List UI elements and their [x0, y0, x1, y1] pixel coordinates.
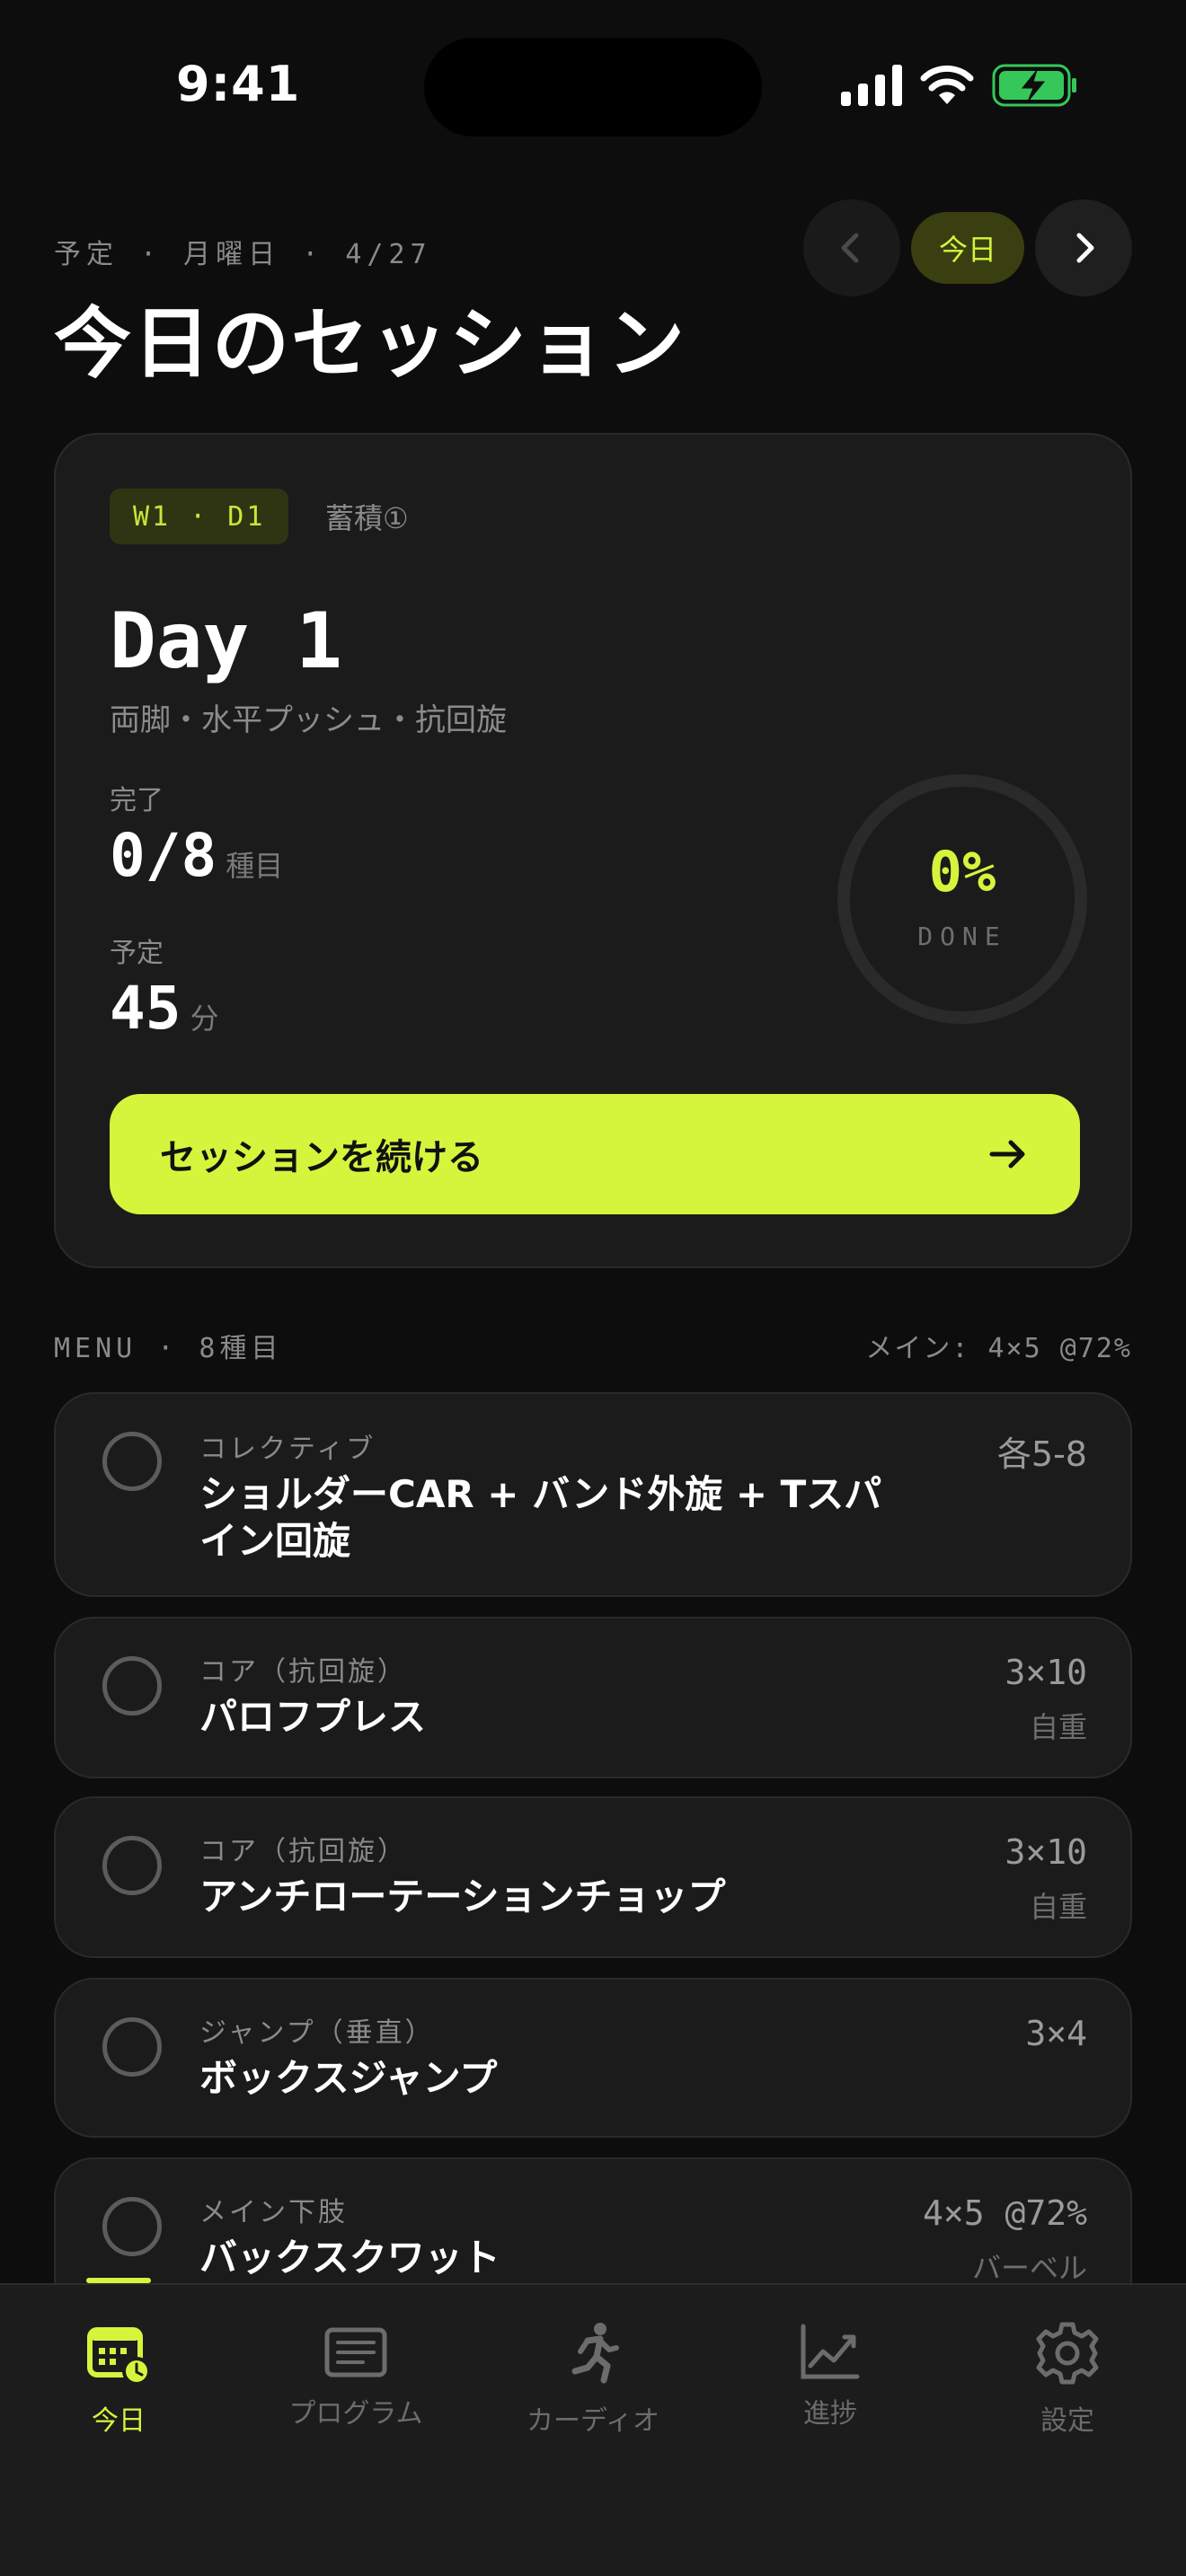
exercise-load: バーベル: [971, 2251, 1087, 2285]
completed-stat: 0/8 種目: [110, 821, 283, 890]
exercise-item[interactable]: コレクティブ ショルダーCAR + バンド外旋 + Tスパイン回旋 各5-8: [54, 1392, 1132, 1597]
chevron-left-icon: [841, 233, 859, 263]
exercise-category: ジャンプ（垂直）: [199, 2017, 435, 2049]
exercise-sets: 3×10: [1005, 1653, 1087, 1692]
exercise-category: コレクティブ: [199, 1434, 376, 1465]
tab-cardio[interactable]: カーディオ: [474, 2285, 712, 2465]
exercise-category: コア（抗回旋）: [199, 1836, 407, 1867]
tab-label: カーディオ: [527, 2405, 659, 2437]
tab-label: 設定: [1040, 2405, 1094, 2437]
exercise-sets: 各5-8: [996, 1434, 1087, 1474]
exercise-item[interactable]: ジャンプ（垂直） ボックスジャンプ 3×4: [54, 1978, 1132, 2138]
progress-caption: DONE: [917, 922, 1007, 951]
page-title: 今日のセッション: [54, 299, 686, 389]
exercise-checkbox[interactable]: [102, 1432, 162, 1491]
dynamic-island: [424, 38, 762, 137]
exercise-sets: 4×5 @72%: [922, 2193, 1087, 2233]
completed-unit: 種目: [226, 849, 284, 883]
menu-heading: MENU · 8種目: [54, 1333, 283, 1364]
tab-settings[interactable]: 設定: [949, 2285, 1186, 2465]
cellular-signal-icon: [841, 65, 902, 106]
tab-label: 今日: [92, 2405, 146, 2437]
exercise-name: ボックスジャンプ: [199, 2056, 498, 2100]
day-focus: 両脚・水平プッシュ・抗回旋: [110, 702, 507, 738]
session-card: W1 · D1 蓄積① Day 1 両脚・水平プッシュ・抗回旋 完了 0/8 種目…: [54, 433, 1132, 1268]
tab-progress[interactable]: 進捗: [712, 2285, 949, 2465]
exercise-name: アンチローテーションチョップ: [199, 1875, 726, 1919]
tab-label: プログラム: [288, 2398, 423, 2430]
progress-chart-icon: [801, 2324, 860, 2379]
tab-today[interactable]: 今日: [0, 2285, 237, 2465]
continue-session-button[interactable]: セッションを続ける: [110, 1094, 1080, 1214]
exercise-load: 自重: [1029, 1890, 1087, 1924]
day-title: Day 1: [110, 596, 342, 686]
wifi-icon: [920, 65, 974, 104]
main-lift-summary: メイン: 4×5 @72%: [865, 1333, 1132, 1364]
exercise-sets: 3×10: [1005, 1832, 1087, 1872]
chevron-right-icon: [1076, 233, 1094, 263]
planned-label: 予定: [110, 938, 164, 969]
progress-percent: 0%: [928, 839, 996, 904]
previous-day-button[interactable]: [803, 199, 900, 296]
exercise-checkbox[interactable]: [102, 2017, 162, 2077]
continue-session-label: セッションを続ける: [160, 1137, 483, 1178]
exercise-load: 自重: [1029, 1710, 1087, 1744]
exercise-category: コア（抗回旋）: [199, 1656, 407, 1688]
arrow-right-icon: [989, 1140, 1025, 1169]
next-day-button[interactable]: [1035, 199, 1132, 296]
planned-value: 45: [110, 974, 181, 1043]
tab-program[interactable]: プログラム: [237, 2285, 474, 2465]
exercise-item[interactable]: コア（抗回旋） アンチローテーションチョップ 3×10 自重: [54, 1796, 1132, 1958]
calendar-today-icon: [87, 2327, 151, 2386]
schedule-subtitle: 予定 · 月曜日 · 4/27: [54, 239, 432, 270]
completed-label: 完了: [110, 785, 164, 816]
status-time: 9:41: [176, 56, 301, 112]
exercise-name: ショルダーCAR + バンド外旋 + Tスパイン回旋: [199, 1472, 882, 1563]
exercise-checkbox[interactable]: [102, 1656, 162, 1716]
exercise-item[interactable]: コア（抗回旋） パロフプレス 3×10 自重: [54, 1617, 1132, 1778]
week-day-badge: W1 · D1: [110, 489, 289, 544]
exercise-checkbox[interactable]: [102, 1836, 162, 1895]
exercise-sets: 3×4: [1025, 2014, 1087, 2053]
planned-stat: 45 分: [110, 974, 219, 1043]
tab-label: 進捗: [803, 2398, 857, 2430]
phase-label: 蓄積①: [325, 501, 409, 535]
exercise-category: メイン下肢: [199, 2197, 348, 2228]
program-list-icon: [324, 2327, 387, 2378]
status-bar: 9:41: [0, 0, 1186, 171]
completed-value: 0/8: [110, 821, 217, 890]
exercise-name: バックスクワット: [199, 2236, 500, 2280]
running-icon: [571, 2323, 619, 2384]
today-button[interactable]: 今日: [911, 212, 1024, 284]
gear-icon: [1036, 2322, 1099, 2385]
exercise-name: パロフプレス: [199, 1695, 427, 1739]
battery-charging-icon: [992, 64, 1076, 107]
planned-unit: 分: [190, 1001, 219, 1036]
exercise-checkbox[interactable]: [102, 2197, 162, 2256]
tab-bar: 今日 プログラム カーディオ 進捗 設定: [0, 2283, 1186, 2576]
